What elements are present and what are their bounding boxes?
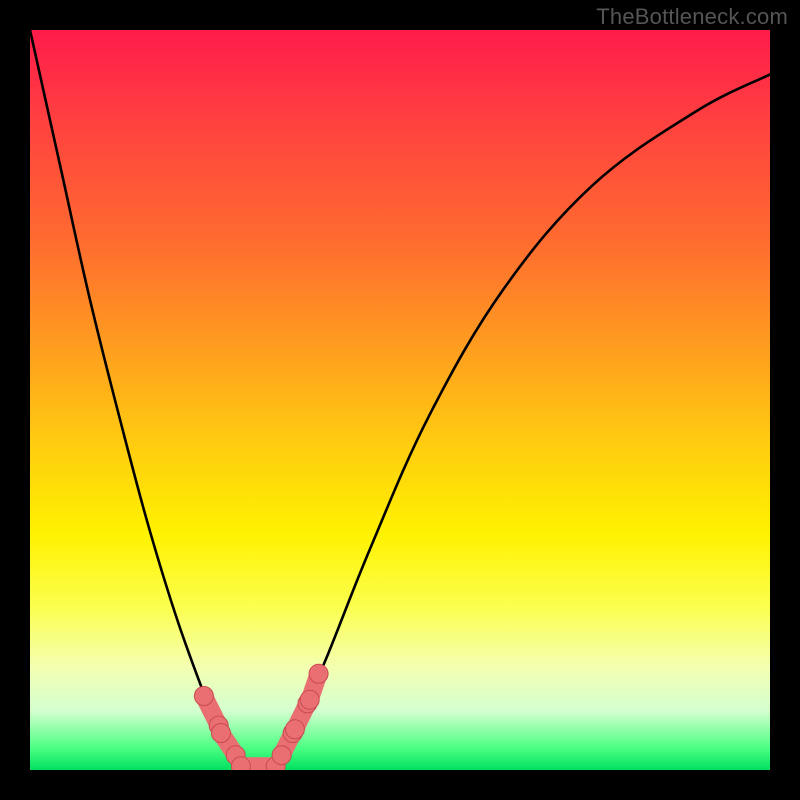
marker-bead	[211, 724, 230, 743]
chart-svg	[30, 30, 770, 770]
marker-bead	[194, 687, 213, 706]
chart-frame: TheBottleneck.com	[0, 0, 800, 800]
bottleneck-curve	[30, 30, 770, 770]
marker-bead	[300, 690, 319, 709]
watermark-text: TheBottleneck.com	[596, 4, 788, 30]
marker-bead	[272, 746, 291, 765]
marker-bead	[285, 720, 304, 739]
optimal-markers	[194, 664, 328, 770]
marker-bead	[309, 664, 328, 683]
plot-area	[30, 30, 770, 770]
